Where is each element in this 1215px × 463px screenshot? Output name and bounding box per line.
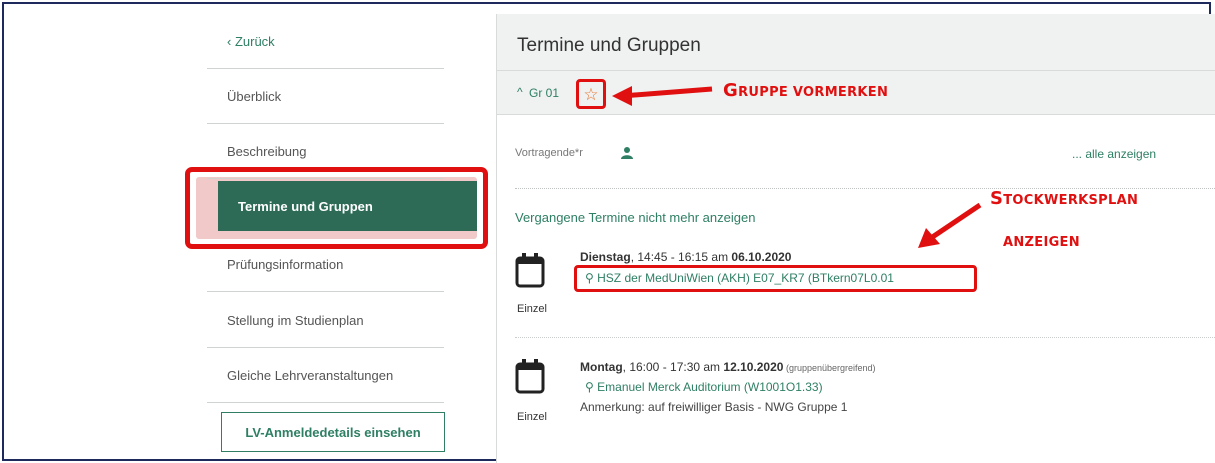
annotation-stockwerksplan: STOCKWERKSPLAN xyxy=(990,188,1138,209)
termin-type: Einzel xyxy=(517,411,547,423)
sidebar-item-label: Beschreibung xyxy=(227,143,307,159)
sidebar-item-label: Gleiche Lehrveranstaltungen xyxy=(227,367,394,383)
termin-date-value: 06.10.2020 xyxy=(731,250,792,264)
group-label[interactable]: Gr 01 xyxy=(529,86,559,100)
room-link[interactable]: ⚲ Emanuel Merck Auditorium (W1001O1.33) xyxy=(585,380,823,394)
termin-time: , 16:00 - 17:30 am xyxy=(622,360,724,374)
termin-note: Anmerkung: auf freiwilliger Basis - NWG … xyxy=(580,400,848,414)
show-all-link[interactable]: ... alle anzeigen xyxy=(1072,147,1156,161)
divider xyxy=(515,337,1215,338)
back-link-label: Zurück xyxy=(234,33,275,49)
termin-type: Einzel xyxy=(517,303,547,315)
back-link[interactable]: ‹ Zurück xyxy=(207,14,444,69)
sidebar-item-gleiche-lv[interactable]: Gleiche Lehrveranstaltungen xyxy=(207,348,444,403)
chevron-up-icon[interactable]: ^ xyxy=(517,85,523,99)
vortragende-label: Vortragende*r xyxy=(515,147,583,159)
annotation-text: ANZEIGEN xyxy=(1003,235,1080,250)
termin-date: Dienstag, 14:45 - 16:15 am 06.10.2020 xyxy=(580,250,791,264)
sidebar-item-ueberblick[interactable]: Überblick xyxy=(207,69,444,124)
nav-highlight-box xyxy=(185,167,488,249)
sidebar-item-label: Überblick xyxy=(227,88,282,104)
page-title: Termine und Gruppen xyxy=(517,35,701,56)
termin-extra: (gruppenübergreifend) xyxy=(783,363,876,373)
termin-time: , 14:45 - 16:15 am xyxy=(630,250,732,264)
calendar-icon xyxy=(515,253,545,288)
termin-day: Dienstag xyxy=(580,250,631,264)
room-highlight-box xyxy=(574,265,977,292)
person-icon[interactable] xyxy=(620,146,634,160)
annotation-text: TOCKWERKSPLAN xyxy=(1003,193,1139,208)
annotation-text: G xyxy=(723,80,739,101)
chevron-left-icon: ‹ xyxy=(227,33,235,49)
calendar-icon xyxy=(515,359,545,394)
annotation-anzeigen: ANZEIGEN xyxy=(1003,231,1080,250)
termin-date-value: 12.10.2020 xyxy=(723,360,784,374)
room-label[interactable]: Emanuel Merck Auditorium (W1001O1.33) xyxy=(597,380,822,394)
termin-date: Montag, 16:00 - 17:30 am 12.10.2020 (gru… xyxy=(580,360,876,374)
star-icon[interactable]: ☆ xyxy=(576,79,606,109)
annotation-text: S xyxy=(990,188,1004,209)
annotation-gruppe-vormerken: GRUPPE VORMERKEN xyxy=(723,80,888,101)
sidebar-item-label: Stellung im Studienplan xyxy=(227,312,364,328)
annotation-text: RUPPE VORMERKEN xyxy=(738,85,889,100)
termin-day: Montag xyxy=(580,360,623,374)
location-pin-icon: ⚲ xyxy=(585,380,594,394)
past-dates-toggle-link[interactable]: Vergangene Termine nicht mehr anzeigen xyxy=(515,210,755,225)
panel-header: Termine und Gruppen xyxy=(497,14,1215,71)
lv-anmeldedetails-button[interactable]: LV-Anmeldedetails einsehen xyxy=(221,412,445,452)
sidebar-item-label: Prüfungsinformation xyxy=(227,256,344,272)
sidebar-item-studienplan[interactable]: Stellung im Studienplan xyxy=(207,293,444,348)
